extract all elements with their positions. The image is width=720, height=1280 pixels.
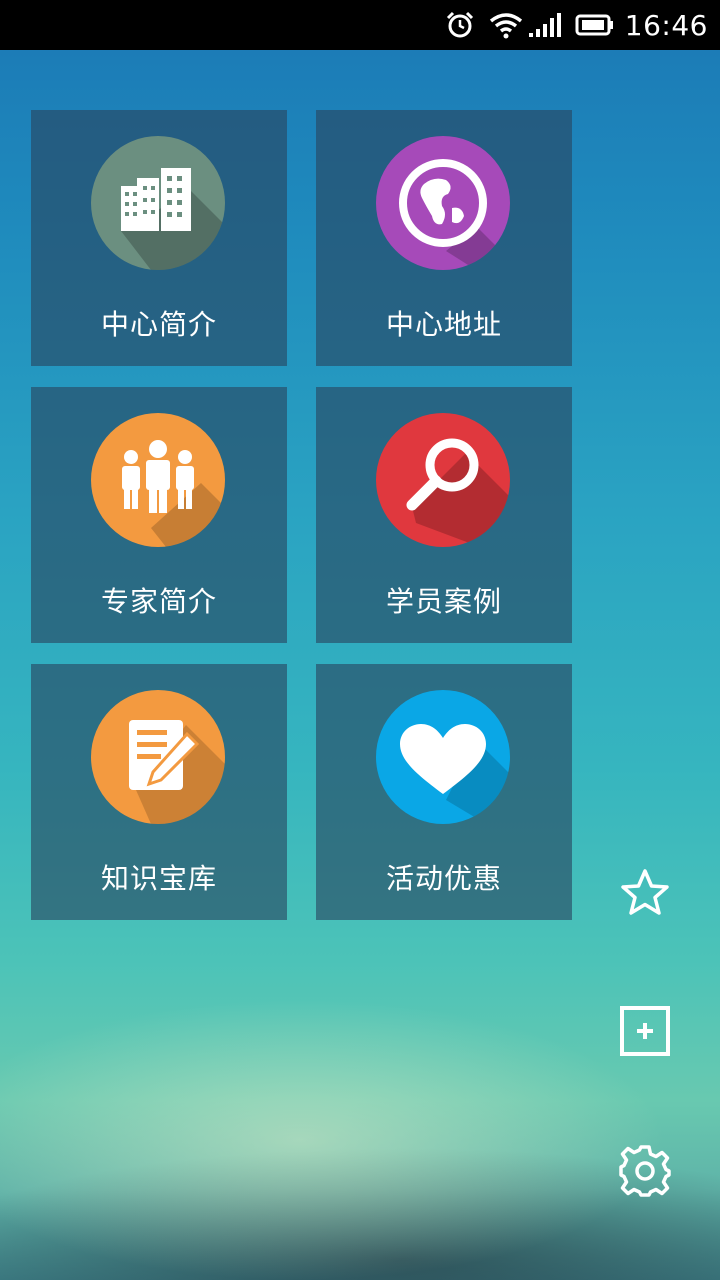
tile-label: 中心地址 [385,308,502,341]
add-icon [619,1005,671,1061]
tile-center-intro[interactable]: 中心简介 [31,110,287,366]
tile-center-address[interactable]: 中心地址 [316,110,572,366]
search-icon [376,413,510,547]
battery-icon [575,13,615,37]
status-bar: 16:46 [0,0,720,50]
alarm-icon [445,10,475,40]
star-icon [619,867,671,923]
signal-icon [527,11,561,39]
globe-icon [376,136,510,270]
wifi-icon [489,11,523,39]
buildings-icon [91,136,225,270]
tile-promotions[interactable]: 活动优惠 [316,664,572,920]
tile-label: 活动优惠 [385,862,502,895]
status-time: 16:46 [624,8,708,42]
people-icon [91,413,225,547]
tile-expert-intro[interactable]: 专家简介 [31,387,287,643]
settings-button[interactable] [616,1144,674,1202]
heart-icon [376,690,510,824]
tile-label: 中心简介 [100,308,217,341]
notes-pen-icon [91,690,225,824]
tile-knowledge-base[interactable]: 知识宝库 [31,664,287,920]
gear-icon [618,1144,672,1202]
tile-label: 知识宝库 [100,862,217,895]
add-button[interactable] [616,1004,674,1062]
tile-label: 学员案例 [385,585,502,618]
favorite-button[interactable] [616,866,674,924]
tile-label: 专家简介 [100,585,217,618]
tile-student-cases[interactable]: 学员案例 [316,387,572,643]
